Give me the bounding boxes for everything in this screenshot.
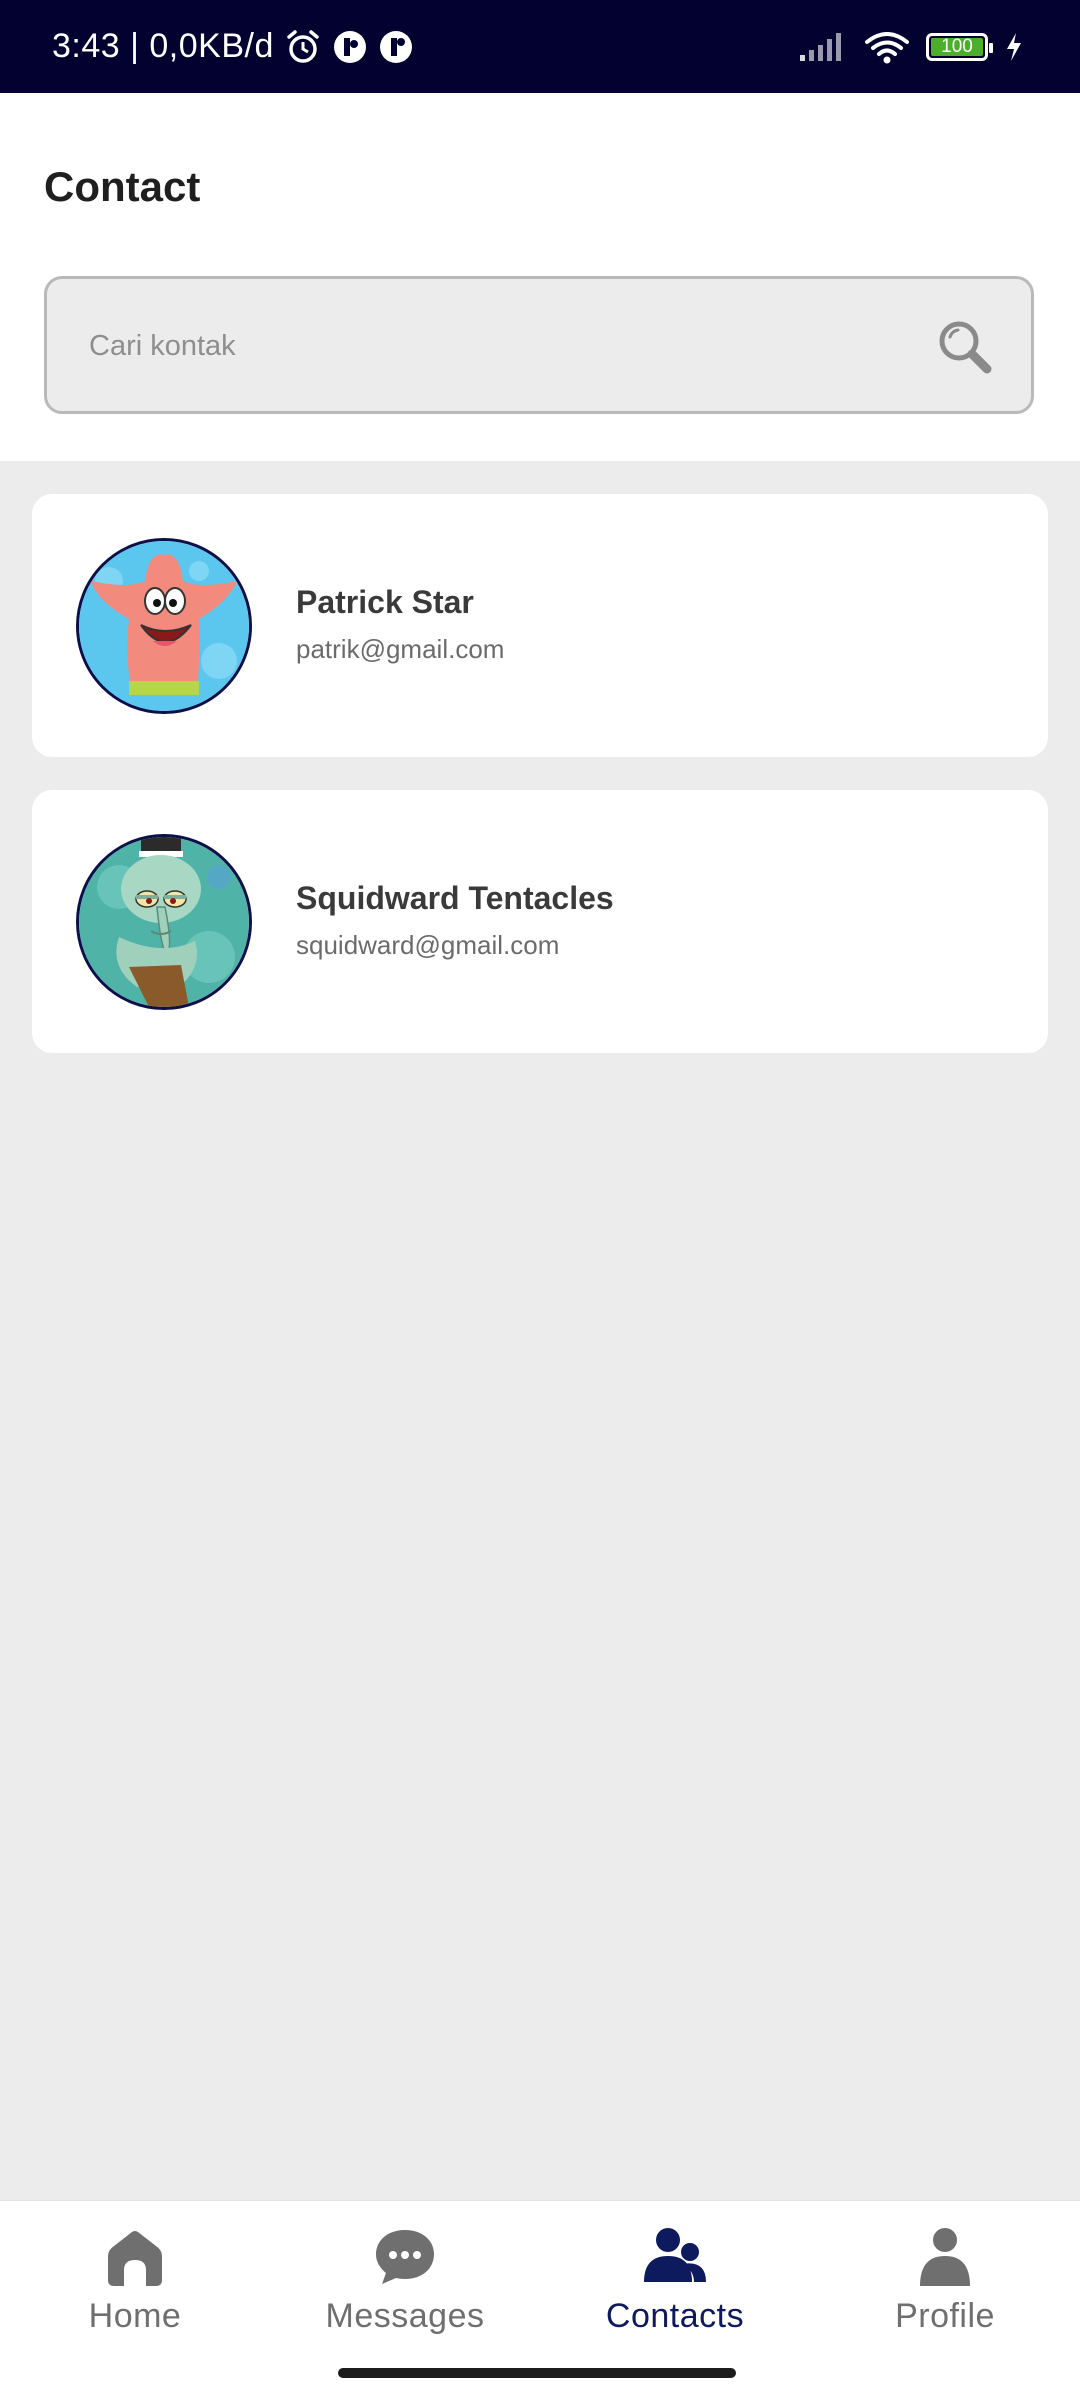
search-input[interactable]	[87, 279, 911, 413]
status-bar: 3:43 | 0,0KB/d 100	[0, 0, 1080, 93]
battery-icon: 100	[926, 32, 993, 61]
contact-name: Squidward Tentacles	[296, 880, 614, 916]
contacts-icon	[642, 2225, 708, 2289]
status-left: 3:43 | 0,0KB/d	[52, 0, 414, 93]
nav-label: Contacts	[605, 2297, 745, 2335]
page-title: Contact	[44, 163, 201, 210]
nav-item-messages[interactable]: Messages	[270, 2201, 540, 2371]
app-notification-icon	[378, 29, 414, 65]
squidward-avatar	[79, 837, 249, 1007]
contact-name: Patrick Star	[296, 584, 474, 620]
chat-bubble-icon	[372, 2225, 438, 2289]
battery-tip	[989, 42, 993, 53]
contact-email: squidward@gmail.com	[296, 930, 560, 960]
nav-item-profile[interactable]: Profile	[810, 2201, 1080, 2371]
search-box[interactable]	[44, 276, 1034, 414]
signal-icon	[798, 31, 848, 63]
status-right: 100	[798, 0, 1024, 93]
status-time: 3:43 | 0,0KB/d	[52, 27, 274, 65]
app-notification-icon	[332, 29, 368, 65]
charging-icon	[1004, 31, 1024, 63]
nav-label: Profile	[895, 2297, 995, 2335]
nav-label: Messages	[325, 2297, 485, 2335]
nav-item-home[interactable]: Home	[0, 2201, 270, 2371]
contact-card[interactable]: Patrick Star patrik@gmail.com	[32, 494, 1048, 757]
nav-item-contacts[interactable]: Contacts	[540, 2201, 810, 2371]
contact-card[interactable]: Squidward Tentacles squidward@gmail.com	[32, 790, 1048, 1053]
wifi-icon	[864, 30, 910, 64]
profile-icon	[912, 2225, 978, 2289]
avatar	[76, 834, 252, 1010]
header: Contact	[0, 93, 1080, 461]
home-icon	[102, 2225, 168, 2289]
avatar	[76, 538, 252, 714]
alarm-icon	[284, 28, 322, 66]
contact-email: patrik@gmail.com	[296, 634, 505, 664]
nav-label: Home	[88, 2297, 182, 2335]
search-icon[interactable]	[935, 317, 995, 382]
battery-level-text: 100	[941, 35, 973, 57]
home-indicator[interactable]	[338, 2368, 736, 2378]
patrick-star-avatar	[79, 541, 249, 711]
